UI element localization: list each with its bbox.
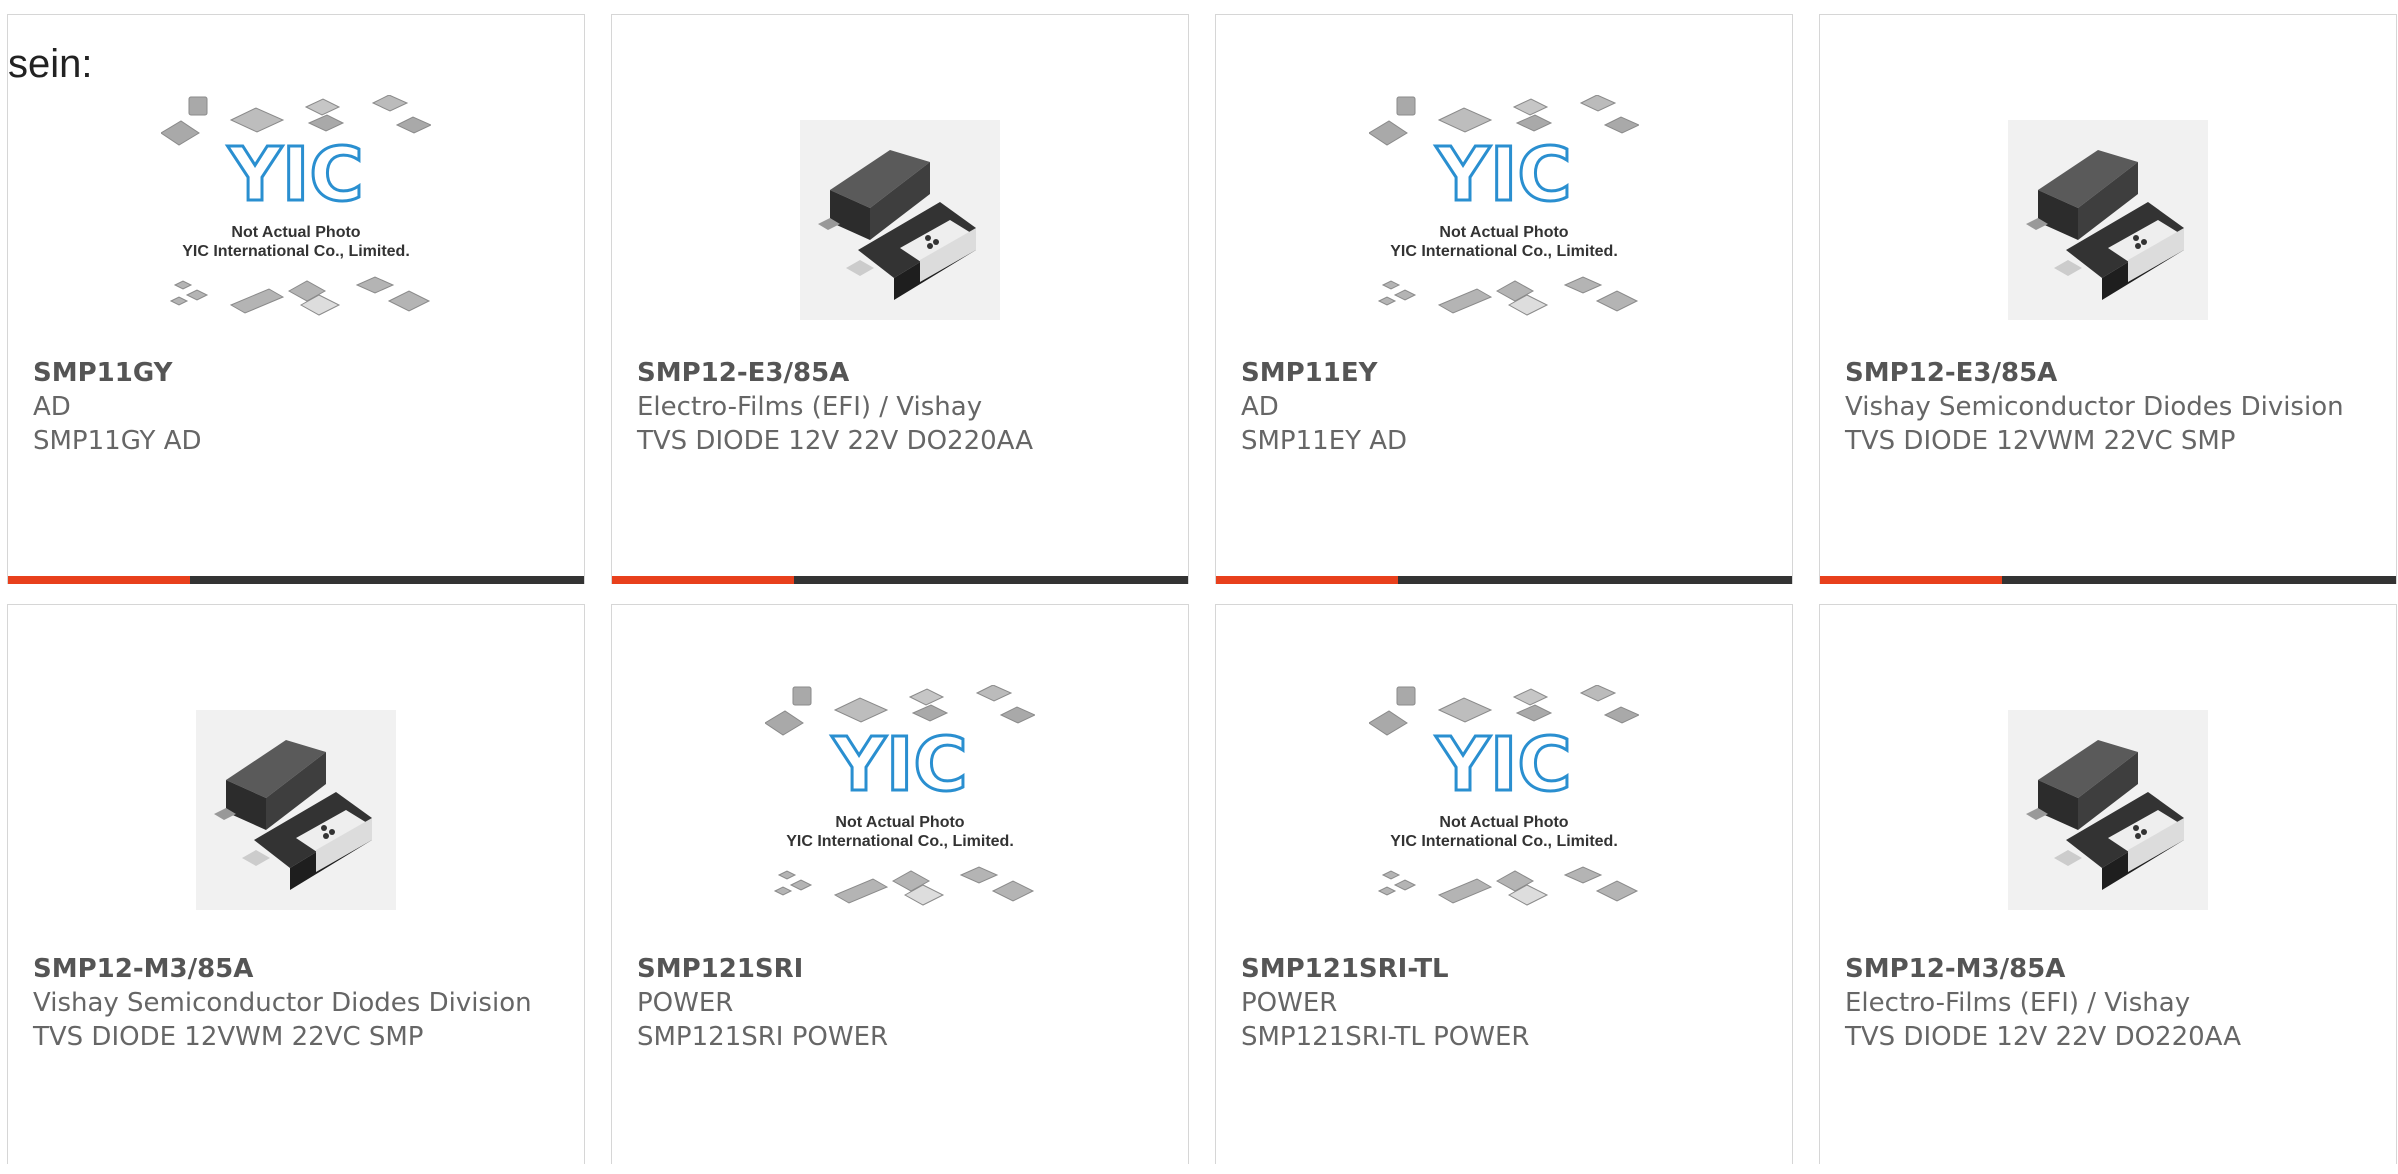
part-number[interactable]: SMP12-M3/85A — [33, 952, 564, 986]
yic-logo: YIC — [831, 722, 967, 808]
manufacturer: Electro-Films (EFI) / Vishay — [637, 392, 983, 422]
product-image[interactable] — [612, 85, 1188, 355]
product-info: SMP12-E3/85A Electro-Films (EFI) / Visha… — [637, 356, 1168, 458]
description: SMP11GY AD — [33, 426, 202, 456]
svg-text:Not Actual Photo: Not Actual Photo — [1439, 814, 1568, 831]
product-info: SMP12-M3/85A Vishay Semiconductor Diodes… — [33, 952, 564, 1054]
product-card[interactable]: SMP12-M3/85A Electro-Films (EFI) / Visha… — [1819, 604, 2397, 1164]
product-card[interactable]: YIC Not Actual Photo YIC International C… — [611, 604, 1189, 1164]
manufacturer: POWER — [637, 988, 734, 1018]
yic-placeholder-icon: YIC Not Actual Photo YIC International C… — [1369, 95, 1639, 316]
svg-text:Not Actual Photo: Not Actual Photo — [231, 224, 360, 241]
product-grid: YIC Not Actual Photo YIC International C… — [7, 14, 2398, 1174]
product-image[interactable] — [1820, 85, 2396, 355]
product-info: SMP121SRI POWER SMP121SRI POWER — [637, 952, 1168, 1054]
product-info: SMP11EY AD SMP11EY AD — [1241, 356, 1772, 458]
product-card[interactable]: SMP12-E3/85A Electro-Films (EFI) / Visha… — [611, 14, 1189, 584]
product-image[interactable]: YIC Not Actual Photo YIC International C… — [1216, 85, 1792, 355]
svg-text:YIC International Co., Limited: YIC International Co., Limited. — [1390, 833, 1618, 850]
manufacturer: Vishay Semiconductor Diodes Division — [33, 988, 532, 1018]
card-bar-accent — [612, 576, 794, 584]
description: TVS DIODE 12VWM 22VC SMP — [33, 1022, 424, 1052]
svg-text:YIC International Co., Limited: YIC International Co., Limited. — [1390, 243, 1618, 260]
product-card[interactable]: YIC Not Actual Photo YIC International C… — [1215, 14, 1793, 584]
description: TVS DIODE 12V 22V DO220AA — [1845, 1022, 2241, 1052]
product-image[interactable]: YIC Not Actual Photo YIC International C… — [612, 675, 1188, 945]
description: SMP11EY AD — [1241, 426, 1408, 456]
manufacturer: AD — [1241, 392, 1279, 422]
page-heading: sein: — [8, 42, 93, 86]
card-bar — [8, 576, 584, 584]
part-number[interactable]: SMP12-E3/85A — [637, 356, 1168, 390]
card-bar-accent — [1820, 576, 2002, 584]
yic-placeholder-icon: YIC Not Actual Photo YIC International C… — [161, 95, 431, 316]
product-image[interactable]: YIC Not Actual Photo YIC International C… — [1216, 675, 1792, 945]
diode-package-icon — [2008, 710, 2208, 910]
svg-text:Not Actual Photo: Not Actual Photo — [1439, 224, 1568, 241]
product-image[interactable] — [8, 675, 584, 945]
product-card[interactable]: SMP12-E3/85A Vishay Semiconductor Diodes… — [1819, 14, 2397, 584]
yic-logo: YIC — [227, 132, 363, 218]
yic-placeholder-icon: YIC Not Actual Photo YIC International C… — [1369, 685, 1639, 906]
product-info: SMP121SRI-TL POWER SMP121SRI-TL POWER — [1241, 952, 1772, 1054]
card-bar-accent — [1216, 576, 1398, 584]
diode-package-icon — [196, 710, 396, 910]
product-card[interactable]: YIC Not Actual Photo YIC International C… — [1215, 604, 1793, 1164]
card-bar — [1216, 576, 1792, 584]
part-number[interactable]: SMP121SRI — [637, 952, 1168, 986]
part-number[interactable]: SMP11GY — [33, 356, 564, 390]
product-image[interactable] — [1820, 675, 2396, 945]
yic-logo: YIC — [1435, 132, 1571, 218]
description: TVS DIODE 12V 22V DO220AA — [637, 426, 1033, 456]
card-bar-accent — [8, 576, 190, 584]
product-info: SMP12-M3/85A Electro-Films (EFI) / Visha… — [1845, 952, 2376, 1054]
yic-placeholder-icon: YIC Not Actual Photo YIC International C… — [765, 685, 1035, 906]
manufacturer: Vishay Semiconductor Diodes Division — [1845, 392, 2344, 422]
product-image[interactable]: YIC Not Actual Photo YIC International C… — [8, 85, 584, 355]
part-number[interactable]: SMP11EY — [1241, 356, 1772, 390]
product-info: SMP11GY AD SMP11GY AD — [33, 356, 564, 458]
product-card[interactable]: SMP12-M3/85A Vishay Semiconductor Diodes… — [7, 604, 585, 1164]
diode-package-icon — [2008, 120, 2208, 320]
part-number[interactable]: SMP12-E3/85A — [1845, 356, 2376, 390]
product-info: SMP12-E3/85A Vishay Semiconductor Diodes… — [1845, 356, 2376, 458]
manufacturer: Electro-Films (EFI) / Vishay — [1845, 988, 2191, 1018]
description: TVS DIODE 12VWM 22VC SMP — [1845, 426, 2236, 456]
description: SMP121SRI POWER — [637, 1022, 889, 1052]
svg-text:YIC International Co., Limited: YIC International Co., Limited. — [786, 833, 1014, 850]
manufacturer: POWER — [1241, 988, 1338, 1018]
card-bar — [1820, 576, 2396, 584]
product-card[interactable]: YIC Not Actual Photo YIC International C… — [7, 14, 585, 584]
svg-text:Not Actual Photo: Not Actual Photo — [835, 814, 964, 831]
svg-text:YIC International Co., Limited: YIC International Co., Limited. — [182, 243, 410, 260]
description: SMP121SRI-TL POWER — [1241, 1022, 1530, 1052]
part-number[interactable]: SMP12-M3/85A — [1845, 952, 2376, 986]
diode-package-icon — [800, 120, 1000, 320]
part-number[interactable]: SMP121SRI-TL — [1241, 952, 1772, 986]
card-bar — [612, 576, 1188, 584]
manufacturer: AD — [33, 392, 71, 422]
yic-logo: YIC — [1435, 722, 1571, 808]
